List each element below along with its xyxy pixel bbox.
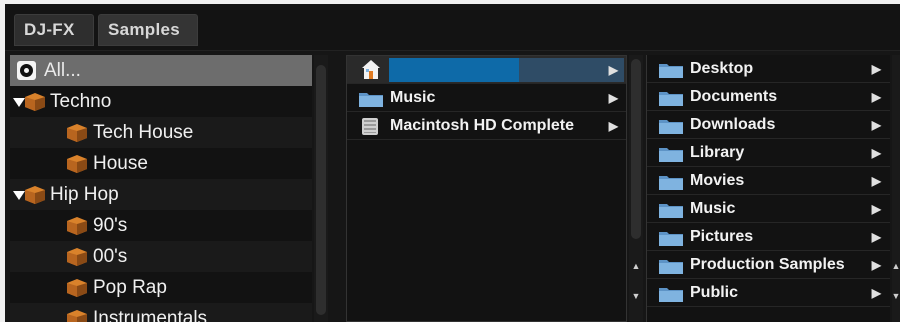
drive-icon [362,118,378,135]
crate-icon [67,279,87,297]
folder-icon [659,120,683,134]
tree-item-label: 00's [93,246,128,267]
folder-icon [659,176,683,190]
location-item-macintosh-hd[interactable]: Macintosh HD Complete ▶ [347,112,626,140]
folder-icon [659,64,683,78]
folder-item-label: Downloads [690,116,776,133]
record-icon [17,61,36,80]
folder-icon [659,204,683,218]
folder-item-label: Production Samples [690,256,845,273]
tree-item-house[interactable]: House [10,148,312,179]
crate-tree-panel: All... Techno Tech House House Hip Hop 9… [10,55,312,322]
folder-icon [359,93,383,107]
folder-icon [659,260,683,274]
folder-item-documents[interactable]: Documents ▶ [647,83,890,111]
crate-icon [67,217,87,235]
folder-icon [659,232,683,246]
folder-item-label: Movies [690,172,745,189]
folder-item-music[interactable]: Music ▶ [647,195,890,223]
expand-arrow-icon[interactable]: ▶ [872,111,881,139]
tree-item-label: Techno [50,91,112,112]
crate-icon [25,93,45,111]
folder-item-label: Desktop [690,60,754,77]
location-item-music[interactable]: Music ▶ [347,84,626,112]
tree-item-label: 90's [93,215,128,236]
tab-samples[interactable]: Samples [98,14,198,46]
selection-highlight [389,58,519,82]
scroll-down-icon[interactable]: ▼ [631,291,641,301]
folder-item-label: Library [690,144,745,161]
expand-arrow-icon[interactable]: ▶ [872,139,881,167]
tree-item-label: House [93,153,148,174]
location-item-label: Music [390,89,436,106]
folder-item-label: Pictures [690,228,754,245]
expand-arrow-icon[interactable]: ▶ [872,55,881,83]
tree-item-instrumentals[interactable]: Instrumentals [10,303,312,322]
expand-arrow-icon[interactable]: ▶ [872,195,881,223]
scroll-up-icon[interactable]: ▲ [631,261,641,271]
tree-item-label: Instrumentals [93,308,208,322]
tree-item-label: Tech House [93,122,194,143]
folder-item-library[interactable]: Library ▶ [647,139,890,167]
folder-item-label: Music [690,200,736,217]
crate-icon [67,310,87,322]
folder-item-label: Documents [690,88,778,105]
expand-arrow-icon[interactable]: ▶ [872,251,881,279]
expand-arrow-icon[interactable]: ▶ [872,167,881,195]
tab-bar: DJ-FX Samples [5,4,900,51]
expand-arrow-icon[interactable]: ▶ [872,223,881,251]
crate-icon [67,124,87,142]
tree-item-label: All... [44,60,81,81]
folder-icon [659,148,683,162]
location-list-scrollbar[interactable]: ▲ ▼ [629,55,643,322]
crate-icon [67,248,87,266]
folder-item-pictures[interactable]: Pictures ▶ [647,223,890,251]
crate-icon [25,186,45,204]
expand-arrow-icon[interactable]: ▶ [872,83,881,111]
scroll-down-icon[interactable]: ▼ [891,291,900,301]
scroll-up-icon[interactable]: ▲ [891,261,900,271]
tree-item-tech-house[interactable]: Tech House [10,117,312,148]
expand-arrow-icon[interactable]: ▶ [609,112,618,140]
expand-arrow-icon[interactable]: ▶ [609,56,618,84]
expand-triangle-icon[interactable] [13,98,25,107]
folder-item-desktop[interactable]: Desktop ▶ [647,55,890,83]
location-item-label: Macintosh HD Complete [390,117,575,134]
folder-item-production-samples[interactable]: Production Samples ▶ [647,251,890,279]
home-icon [362,60,380,79]
location-item-home[interactable]: ▶ [347,56,626,84]
tree-item-techno[interactable]: Techno [10,86,312,117]
sample-browser-window: DJ-FX Samples All... Techno Tech House H… [5,4,900,322]
tree-item-00s[interactable]: 00's [10,241,312,272]
tree-item-90s[interactable]: 90's [10,210,312,241]
folder-item-downloads[interactable]: Downloads ▶ [647,111,890,139]
tree-item-pop-rap[interactable]: Pop Rap [10,272,312,303]
folder-list-scrollbar[interactable]: ▲ ▼ [892,55,900,322]
crate-tree-scrollbar[interactable] [314,55,328,322]
expand-arrow-icon[interactable]: ▶ [609,84,618,112]
tree-item-all[interactable]: All... [10,55,312,86]
expand-arrow-icon[interactable]: ▶ [872,279,881,307]
tree-item-label: Hip Hop [50,184,119,205]
tab-dj-fx[interactable]: DJ-FX [14,14,94,46]
tree-item-hip-hop[interactable]: Hip Hop [10,179,312,210]
crate-icon [67,155,87,173]
scroll-thumb[interactable] [316,65,326,315]
folder-list-panel: Desktop ▶ Documents ▶ Downloads ▶ Librar… [646,55,890,322]
folder-item-label: Public [690,284,739,301]
expand-triangle-icon[interactable] [13,191,25,200]
scroll-thumb[interactable] [631,59,641,239]
location-list-panel: ▶ Music ▶ Macintosh HD Complete ▶ [346,55,627,322]
folder-item-movies[interactable]: Movies ▶ [647,167,890,195]
folder-icon [659,92,683,106]
folder-item-public[interactable]: Public ▶ [647,279,890,307]
tree-item-label: Pop Rap [93,277,167,298]
folder-icon [659,288,683,302]
